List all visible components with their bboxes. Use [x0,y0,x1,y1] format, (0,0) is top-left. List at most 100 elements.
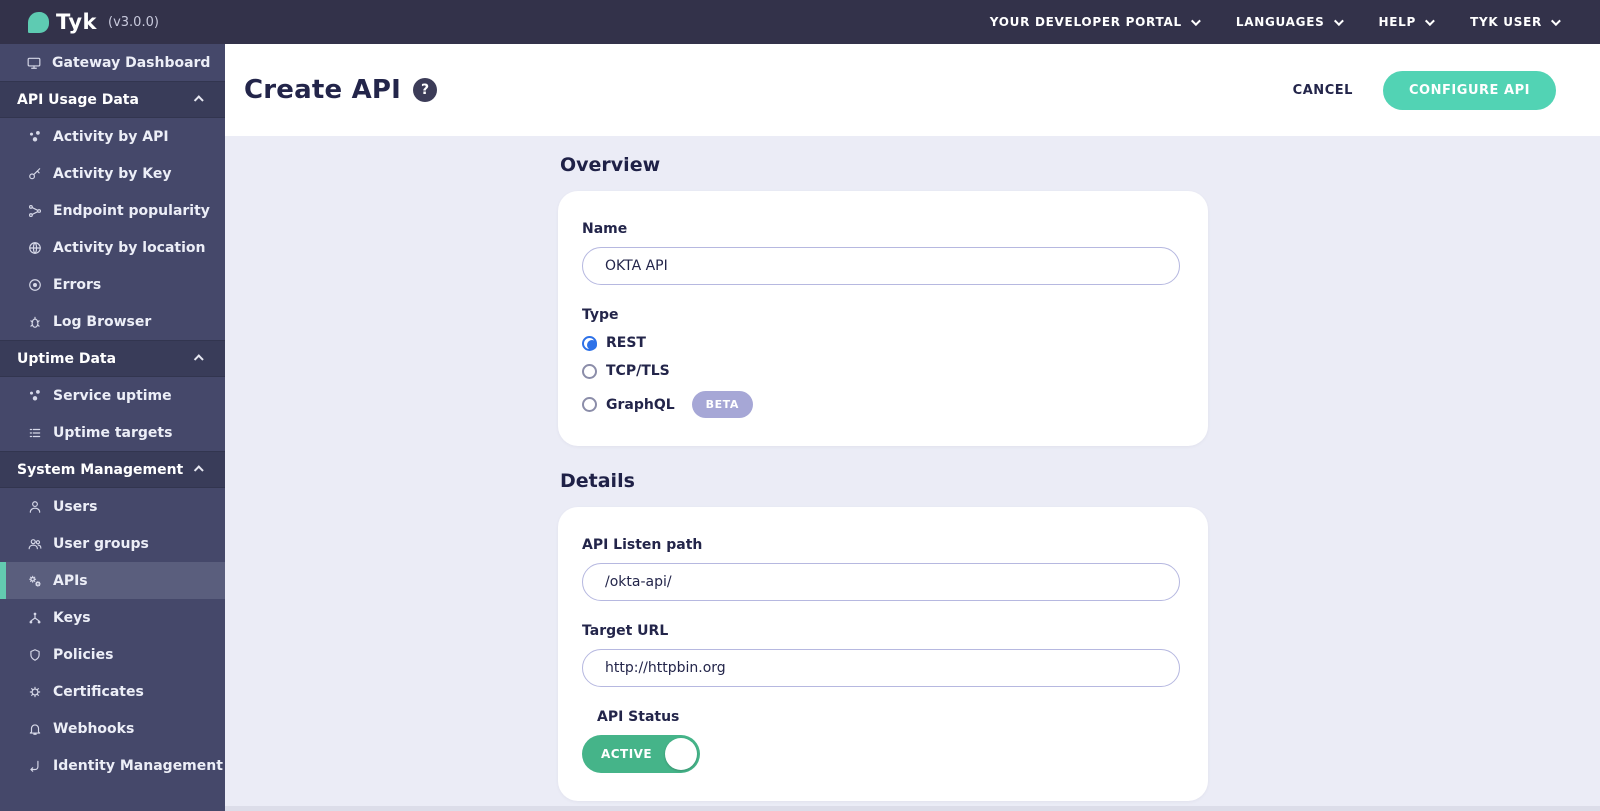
menu-languages[interactable]: LANGUAGES [1236,15,1341,29]
sidebar-section-label: Uptime Data [17,351,116,367]
monitor-icon [27,56,41,70]
radio-unselected-icon [582,397,597,412]
overview-card: Name Type REST TCP/TLS GraphQL BETA [558,191,1208,446]
sidebar-item-activity-by-api[interactable]: Activity by API [0,118,225,155]
menu-label: HELP [1379,15,1417,29]
sidebar-item-errors[interactable]: Errors [0,266,225,303]
api-status-label: API Status [597,709,1184,725]
topbar: Tyk (v3.0.0) YOUR DEVELOPER PORTAL LANGU… [0,0,1600,44]
globe-icon [28,241,42,255]
sidebar-item-label: Identity Management [53,758,223,774]
cancel-button[interactable]: CANCEL [1293,83,1353,98]
error-circle-icon [28,278,42,292]
tyk-logo[interactable]: Tyk (v3.0.0) [0,10,159,34]
sidebar-item-endpoint-popularity[interactable]: Endpoint popularity [0,192,225,229]
sidebar-item-policies[interactable]: Policies [0,636,225,673]
menu-help[interactable]: HELP [1379,15,1433,29]
sidebar-item-log-browser[interactable]: Log Browser [0,303,225,340]
menu-label: YOUR DEVELOPER PORTAL [990,15,1182,29]
sidebar: Gateway Dashboard API Usage Data Activit… [0,44,225,811]
radio-label: TCP/TLS [606,363,670,379]
chevron-down-icon [1191,16,1201,26]
chevron-up-icon [194,354,204,364]
seal-icon [28,685,42,699]
details-heading: Details [560,470,1208,492]
configure-api-button[interactable]: CONFIGURE API [1383,71,1556,110]
sidebar-item-label: Endpoint popularity [53,203,210,219]
radio-rest[interactable]: REST [582,335,1184,351]
chevron-down-icon [1551,16,1561,26]
sidebar-item-users[interactable]: Users [0,488,225,525]
nodes-icon [28,611,42,625]
sidebar-item-label: Keys [53,610,91,626]
sidebar-item-label: Activity by Key [53,166,172,182]
chevron-up-icon [194,465,204,475]
sidebar-item-service-uptime[interactable]: Service uptime [0,377,225,414]
sidebar-item-webhooks[interactable]: Webhooks [0,710,225,747]
sidebar-item-label: Activity by location [53,240,206,256]
sidebar-item-apis[interactable]: APIs [0,562,225,599]
bell-icon [28,722,42,736]
toggle-knob [665,738,697,770]
menu-label: LANGUAGES [1236,15,1325,29]
header-actions: CANCEL CONFIGURE API [1293,71,1556,110]
activity-dots-icon [28,389,42,403]
shield-icon [28,648,42,662]
sidebar-item-label: Users [53,499,97,515]
arrow-hook-icon [28,759,42,773]
sidebar-section-label: System Management [17,462,183,478]
version-label: (v3.0.0) [108,15,159,30]
sidebar-section-system-management[interactable]: System Management [0,451,225,488]
sidebar-item-certificates[interactable]: Certificates [0,673,225,710]
listen-path-input[interactable] [582,563,1180,601]
menu-tyk-user[interactable]: TYK USER [1470,15,1558,29]
sidebar-item-label: Activity by API [53,129,169,145]
sidebar-item-label: Certificates [53,684,144,700]
listen-path-label: API Listen path [582,537,1184,553]
radio-label: REST [606,335,646,351]
sidebar-item-label: Log Browser [53,314,151,330]
sidebar-item-label: Policies [53,647,113,663]
sidebar-item-label: APIs [53,573,88,589]
sidebar-section-label: API Usage Data [17,92,139,108]
sidebar-section-uptime-data[interactable]: Uptime Data [0,340,225,377]
menu-label: TYK USER [1470,15,1542,29]
sidebar-item-user-groups[interactable]: User groups [0,525,225,562]
overview-heading: Overview [560,154,1208,176]
radio-graphql[interactable]: GraphQL BETA [582,391,1184,418]
sidebar-item-keys[interactable]: Keys [0,599,225,636]
bug-icon [28,315,42,329]
main-content: Overview Name Type REST TCP/TLS GraphQL … [225,136,1600,811]
user-group-icon [28,537,42,551]
branch-icon [28,204,42,218]
sidebar-item-label: User groups [53,536,149,552]
details-card: API Listen path Target URL API Status AC… [558,507,1208,801]
api-status-toggle[interactable]: ACTIVE [582,735,700,773]
sidebar-item-label: Uptime targets [53,425,172,441]
chevron-up-icon [194,95,204,105]
toggle-state-label: ACTIVE [582,747,652,761]
radio-unselected-icon [582,364,597,379]
name-input[interactable] [582,247,1180,285]
target-url-label: Target URL [582,623,1184,639]
chevron-down-icon [1333,16,1343,26]
sidebar-item-activity-by-location[interactable]: Activity by location [0,229,225,266]
sidebar-item-label: Gateway Dashboard [52,55,210,71]
sidebar-item-identity-management[interactable]: Identity Management [0,747,225,784]
sidebar-item-label: Service uptime [53,388,172,404]
sidebar-item-uptime-targets[interactable]: Uptime targets [0,414,225,451]
sidebar-item-label: Webhooks [53,721,134,737]
sidebar-item-label: Errors [53,277,101,293]
sidebar-item-activity-by-key[interactable]: Activity by Key [0,155,225,192]
sidebar-item-gateway-dashboard[interactable]: Gateway Dashboard [0,44,225,81]
name-label: Name [582,221,1184,237]
user-icon [28,500,42,514]
menu-developer-portal[interactable]: YOUR DEVELOPER PORTAL [990,15,1198,29]
sidebar-section-api-usage-data[interactable]: API Usage Data [0,81,225,118]
activity-dots-icon [28,130,42,144]
help-icon[interactable]: ? [413,78,437,102]
cogs-icon [28,574,42,588]
target-url-input[interactable] [582,649,1180,687]
radio-tcp-tls[interactable]: TCP/TLS [582,363,1184,379]
brand-name: Tyk [56,10,97,34]
